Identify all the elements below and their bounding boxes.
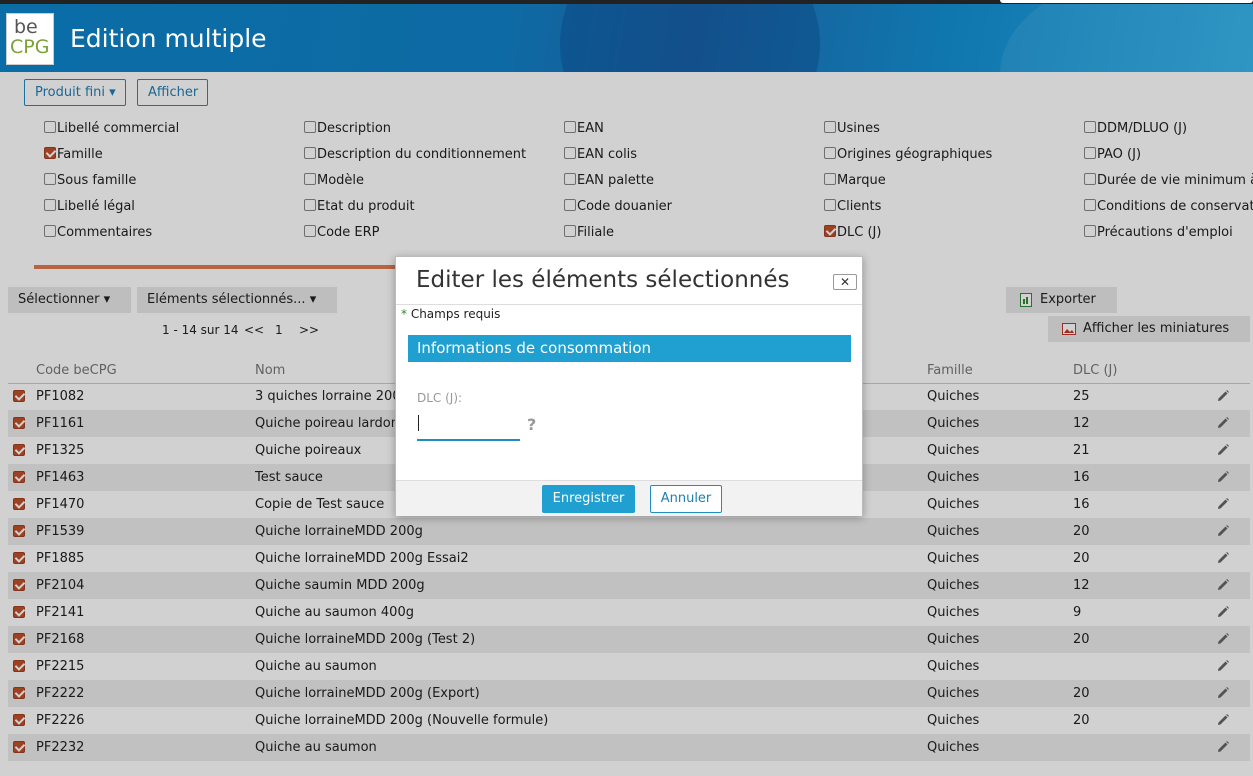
close-icon[interactable]: ✕ <box>833 274 857 290</box>
section-header-consumption: Informations de consommation <box>408 335 851 362</box>
dialog-title: Editer les éléments sélectionnés <box>416 267 790 293</box>
dlc-input[interactable] <box>417 411 520 441</box>
app-header: be CPG Edition multiple <box>0 4 1253 72</box>
dialog-footer: Enregistrer Annuler <box>396 480 862 516</box>
page-title: Edition multiple <box>70 24 267 53</box>
dialog-divider <box>396 304 862 305</box>
required-fields-note: * Champs requis <box>401 307 500 321</box>
dlc-field-label: DLC (J): <box>417 391 463 405</box>
edit-selected-dialog: Editer les éléments sélectionnés ✕ * Cha… <box>395 256 863 516</box>
save-button[interactable]: Enregistrer <box>542 485 635 513</box>
cancel-button[interactable]: Annuler <box>650 485 722 513</box>
top-right-tab <box>1000 0 1253 3</box>
logo-cpg: CPG <box>10 36 50 58</box>
header-decoration <box>1000 4 1253 72</box>
text-cursor <box>418 415 419 431</box>
becpg-logo[interactable]: be CPG <box>6 13 54 65</box>
required-text: Champs requis <box>407 307 501 321</box>
help-icon[interactable]: ? <box>527 415 536 434</box>
header-decoration <box>560 4 820 72</box>
logo-be: be <box>14 16 38 38</box>
